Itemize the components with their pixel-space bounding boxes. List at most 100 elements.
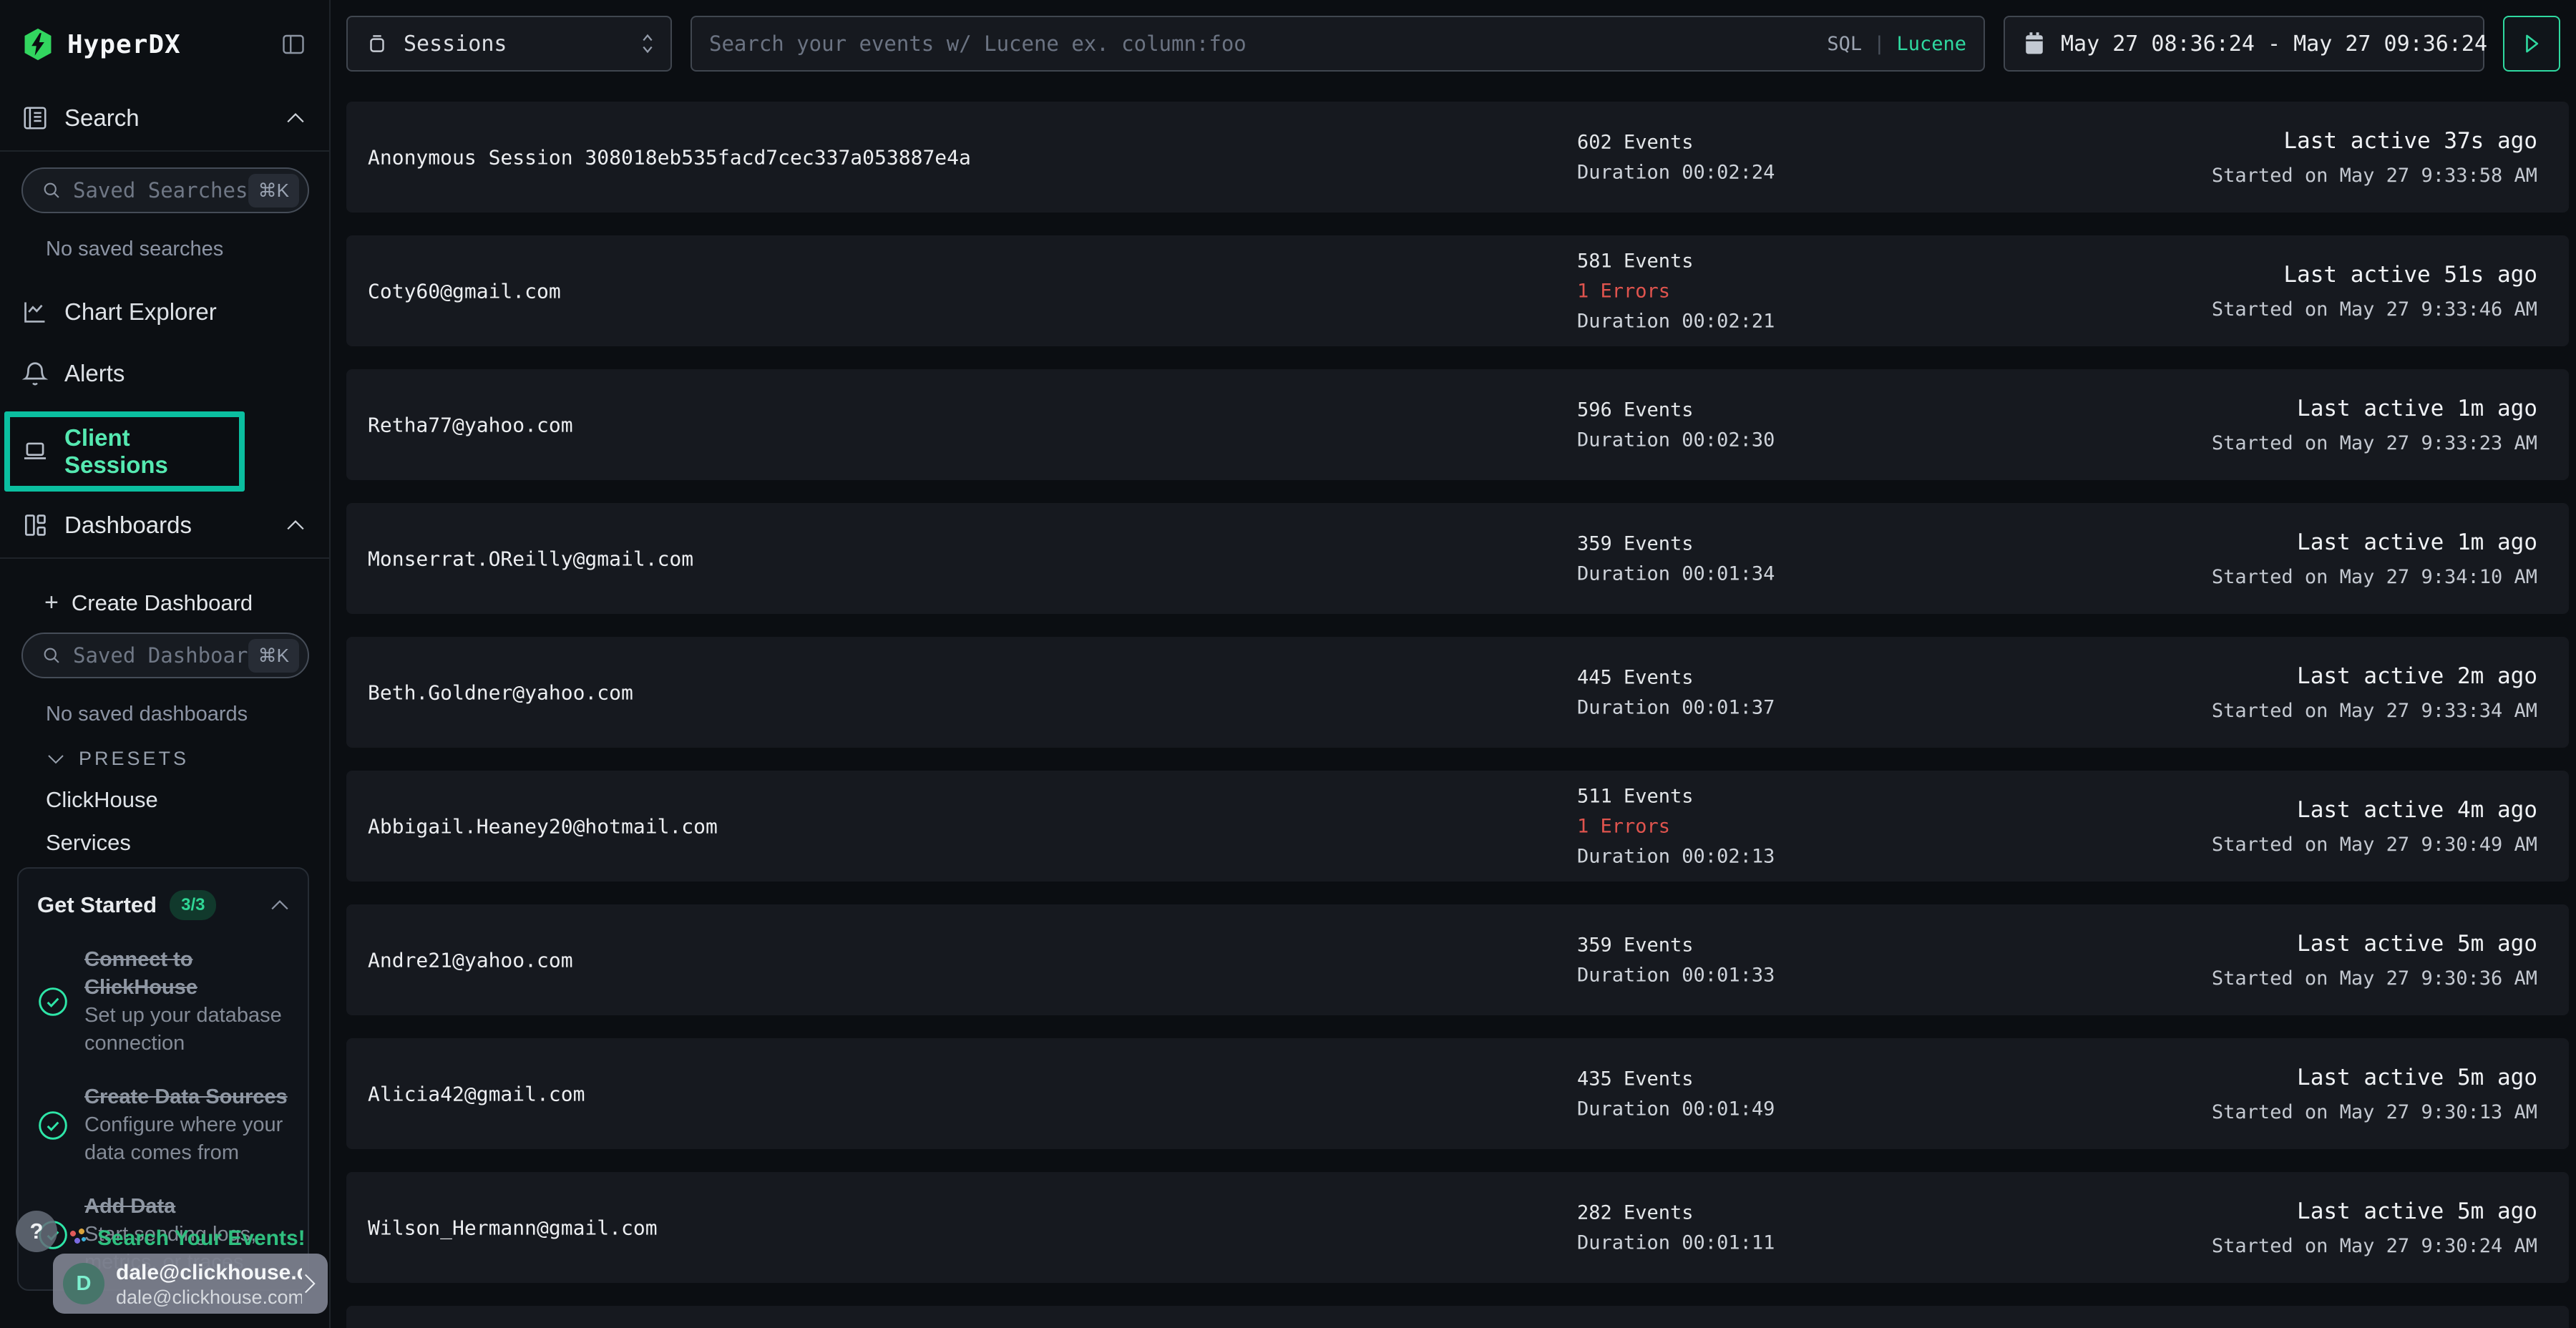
- toggle-divider: |: [1873, 33, 1885, 55]
- play-icon: [2521, 31, 2542, 56]
- search-icon: [42, 645, 62, 665]
- lucene-toggle[interactable]: Lucene: [1896, 33, 1966, 55]
- preset-dashboard-link[interactable]: ClickHouse: [46, 787, 329, 813]
- presets-toggle[interactable]: PRESETS: [47, 748, 329, 770]
- preset-dashboard-link[interactable]: Services: [46, 830, 329, 856]
- get-started-item-text: Connect to ClickHouse Set up your databa…: [84, 946, 289, 1058]
- help-question-label: ?: [30, 1219, 44, 1244]
- session-last-active: Last active 5m ago: [2212, 1198, 2537, 1224]
- no-saved-searches-text: No saved searches: [46, 238, 329, 261]
- sidebar-section-search[interactable]: Search: [0, 104, 329, 132]
- user-email: dale@clickhouse.com: [116, 1259, 302, 1286]
- get-started-item-desc: Set up your database connection: [84, 1002, 289, 1058]
- session-row[interactable]: Abbigail.Heaney20@hotmail.com 511 Events…: [346, 771, 2569, 882]
- session-row[interactable]: Beth.Goldner@yahoo.com 445 Events Durati…: [346, 637, 2569, 748]
- session-started: Started on May 27 9:33:58 AM: [2212, 165, 2537, 187]
- session-title: Alicia42@gmail.com: [368, 1082, 585, 1105]
- session-stats: 602 Events Duration 00:02:24: [1577, 131, 1775, 183]
- session-duration: Duration 00:01:11: [1577, 1231, 1775, 1254]
- user-account-card[interactable]: D dale@clickhouse.com dale@clickhouse.co…: [53, 1254, 328, 1314]
- session-activity: Last active 4m ago Started on May 27 9:3…: [2212, 797, 2537, 856]
- session-row[interactable]: Coty60@gmail.com 581 Events 1 Errors Dur…: [346, 235, 2569, 346]
- session-stats: 596 Events Duration 00:02:30: [1577, 399, 1775, 451]
- get-started-header[interactable]: Get Started 3/3: [37, 890, 289, 920]
- no-saved-dashboards-text: No saved dashboards: [46, 703, 329, 726]
- session-title: Wilson_Hermann@gmail.com: [368, 1216, 658, 1239]
- chevron-up-icon[interactable]: [270, 899, 289, 912]
- session-last-active: Last active 37s ago: [2212, 128, 2537, 154]
- session-events-count: 435 Events: [1577, 1068, 1775, 1090]
- sidebar-collapse-icon[interactable]: [279, 31, 308, 57]
- session-activity: Last active 2m ago Started on May 27 9:3…: [2212, 663, 2537, 722]
- session-title: Retha77@yahoo.com: [368, 413, 573, 436]
- chevron-up-icon[interactable]: [286, 519, 305, 532]
- get-started-item-desc: Configure where your data comes from: [84, 1111, 289, 1167]
- session-duration: Duration 00:01:37: [1577, 696, 1775, 718]
- saved-searches-input[interactable]: [73, 178, 248, 202]
- chevron-down-icon: [47, 753, 64, 765]
- divider: [0, 557, 329, 559]
- logo-row: HyperDX: [0, 0, 329, 62]
- get-started-item-title: Connect to ClickHouse: [84, 946, 289, 1002]
- session-duration: Duration 00:02:13: [1577, 845, 1775, 867]
- session-title: Abbigail.Heaney20@hotmail.com: [368, 814, 718, 838]
- session-row[interactable]: Retha77@yahoo.com 596 Events Duration 00…: [346, 369, 2569, 480]
- session-stats: 511 Events 1 Errors Duration 00:02:13: [1577, 785, 1775, 867]
- get-started-partial-item: Search Your Events! You: [69, 1226, 305, 1251]
- chevron-up-icon[interactable]: [286, 112, 305, 125]
- user-org: dale@clickhouse.com's: [116, 1286, 302, 1309]
- help-button[interactable]: ?: [16, 1211, 57, 1252]
- run-query-button[interactable]: [2503, 16, 2560, 72]
- saved-dashboards-searchbar[interactable]: ⌘K: [21, 633, 309, 678]
- date-range-picker[interactable]: May 27 08:36:24 - May 27 09:36:24: [2004, 16, 2484, 72]
- session-stats: 282 Events Duration 00:01:11: [1577, 1201, 1775, 1254]
- session-row[interactable]: Anonymous Session 308018eb535facd7cec337…: [346, 102, 2569, 213]
- sidebar-item-client-sessions-highlighted[interactable]: Client Sessions: [4, 411, 245, 492]
- session-started: Started on May 27 9:30:13 AM: [2212, 1101, 2537, 1123]
- session-stats: 435 Events Duration 00:01:49: [1577, 1068, 1775, 1120]
- sidebar-section-dashboards[interactable]: Dashboards: [0, 512, 329, 539]
- session-started: Started on May 27 9:30:24 AM: [2212, 1235, 2537, 1257]
- session-stats: 359 Events Duration 00:01:34: [1577, 532, 1775, 585]
- session-row[interactable]: Andre21@yahoo.com 359 Events Duration 00…: [346, 904, 2569, 1015]
- session-last-active: Last active 1m ago: [2212, 529, 2537, 555]
- presets-label: PRESETS: [79, 748, 189, 770]
- get-started-item[interactable]: Create Data Sources Configure where your…: [37, 1083, 289, 1167]
- session-last-active: Last active 4m ago: [2212, 797, 2537, 823]
- get-started-title: Get Started: [37, 892, 157, 918]
- plus-icon: +: [44, 589, 59, 617]
- sidebar-section-dashboards-label: Dashboards: [64, 512, 192, 539]
- saved-dashboards-input[interactable]: [73, 643, 248, 668]
- session-row[interactable]: Alicia42@gmail.com 435 Events Duration 0…: [346, 1038, 2569, 1149]
- event-search-input[interactable]: [709, 31, 1815, 56]
- session-last-active: Last active 51s ago: [2212, 262, 2537, 288]
- session-started: Started on May 27 9:34:10 AM: [2212, 566, 2537, 588]
- create-dashboard-button[interactable]: + Create Dashboard: [0, 589, 329, 617]
- session-events-count: 596 Events: [1577, 399, 1775, 421]
- session-row[interactable]: Monserrat.OReilly@gmail.com 359 Events D…: [346, 503, 2569, 614]
- check-circle-icon: [37, 986, 69, 1017]
- sidebar-item-alerts[interactable]: Alerts: [0, 360, 329, 387]
- session-events-count: 445 Events: [1577, 666, 1775, 688]
- source-select[interactable]: Sessions: [346, 16, 672, 72]
- session-last-active: Last active 1m ago: [2212, 396, 2537, 421]
- session-title: Andre21@yahoo.com: [368, 948, 573, 972]
- source-select-value: Sessions: [404, 31, 507, 57]
- session-events-count: 282 Events: [1577, 1201, 1775, 1224]
- sidebar-item-chart-explorer[interactable]: Chart Explorer: [0, 298, 329, 326]
- session-title: Anonymous Session 308018eb535facd7cec337…: [368, 145, 971, 169]
- event-search-bar[interactable]: SQL | Lucene: [691, 16, 1985, 72]
- get-started-item[interactable]: Connect to ClickHouse Set up your databa…: [37, 946, 289, 1058]
- search-icon: [42, 180, 62, 200]
- session-last-active: Last active 5m ago: [2212, 931, 2537, 957]
- session-events-count: 359 Events: [1577, 532, 1775, 555]
- sql-toggle[interactable]: SQL: [1827, 33, 1862, 55]
- saved-searches-searchbar[interactable]: ⌘K: [21, 167, 309, 213]
- session-row[interactable]: Wilson_Hermann@gmail.com 282 Events Dura…: [346, 1172, 2569, 1283]
- sidebar-item-label: Alerts: [64, 360, 125, 387]
- avatar: D: [63, 1263, 104, 1304]
- session-title: Coty60@gmail.com: [368, 279, 561, 303]
- table-row-partial[interactable]: [346, 1306, 2569, 1328]
- database-icon: [365, 31, 389, 56]
- session-duration: Duration 00:01:33: [1577, 964, 1775, 986]
